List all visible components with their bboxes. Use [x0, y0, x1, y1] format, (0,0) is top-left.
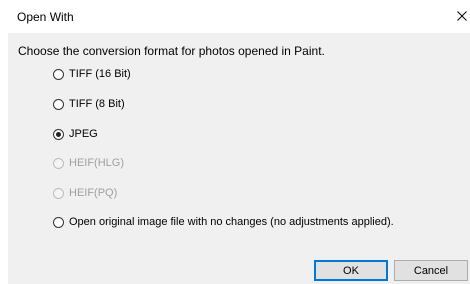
cancel-button[interactable]: Cancel	[394, 260, 468, 281]
title-bar: Open With	[0, 0, 470, 33]
window-title: Open With	[17, 10, 74, 24]
option-label: Open original image file with no changes…	[69, 216, 394, 228]
dialog-body: Choose the conversion format for photos …	[8, 33, 470, 284]
radio-button[interactable]	[53, 216, 64, 228]
close-button[interactable]	[450, 4, 470, 28]
option-label: HEIF(PQ)	[69, 187, 118, 199]
close-icon	[457, 11, 467, 21]
radio-button-checked[interactable]	[53, 128, 64, 140]
option-heif-hlg: HEIF(HLG)	[53, 155, 124, 171]
option-jpeg[interactable]: JPEG	[53, 126, 98, 142]
radio-button-disabled	[53, 187, 64, 199]
option-heif-pq: HEIF(PQ)	[53, 185, 117, 201]
option-label: HEIF(HLG)	[69, 157, 124, 169]
option-label: TIFF (8 Bit)	[69, 98, 125, 110]
radio-button[interactable]	[53, 98, 64, 110]
option-label: TIFF (16 Bit)	[69, 68, 131, 80]
radio-button-disabled	[53, 157, 64, 169]
option-tiff-16[interactable]: TIFF (16 Bit)	[53, 66, 131, 82]
option-open-original[interactable]: Open original image file with no changes…	[53, 214, 394, 230]
radio-button[interactable]	[53, 68, 64, 80]
option-tiff-8[interactable]: TIFF (8 Bit)	[53, 96, 125, 112]
option-label: JPEG	[69, 128, 98, 140]
ok-button[interactable]: OK	[314, 260, 388, 281]
prompt-text: Choose the conversion format for photos …	[18, 44, 325, 58]
